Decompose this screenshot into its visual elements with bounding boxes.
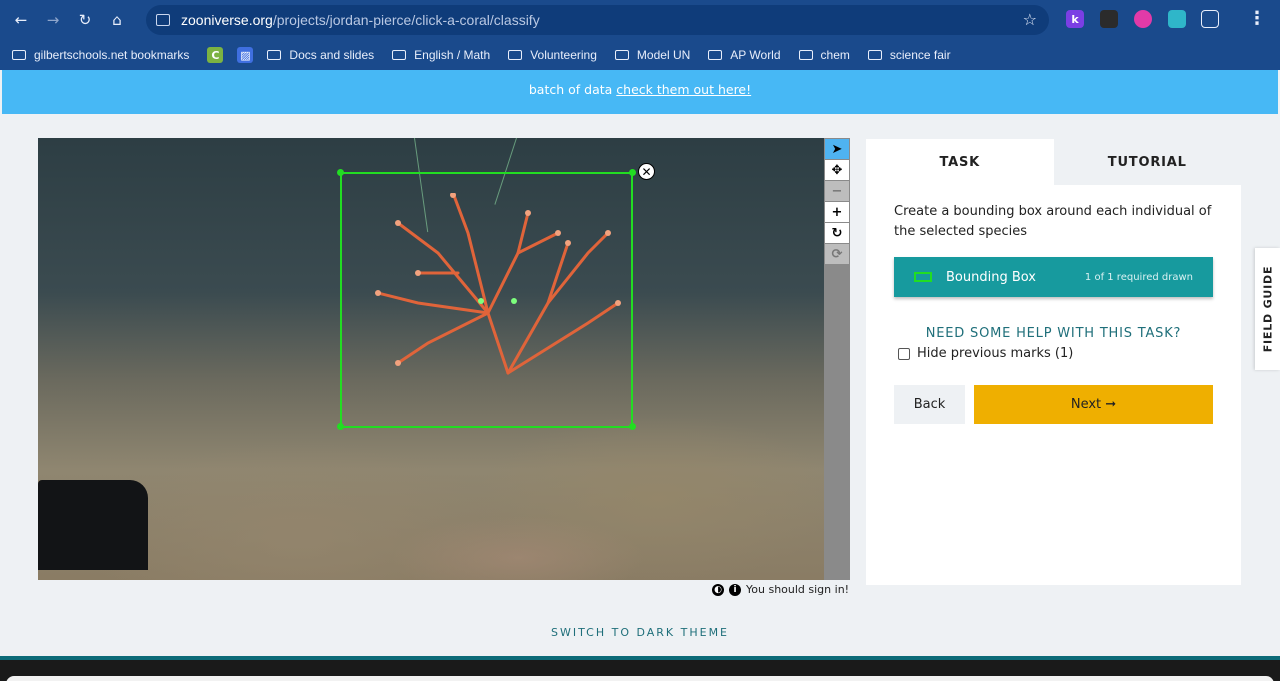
signin-notice: ◐ i You should sign in! (712, 583, 849, 596)
folder-icon (614, 50, 629, 60)
k-extension-icon[interactable]: k (1066, 10, 1084, 28)
folder-icon (12, 50, 26, 60)
folder-icon (267, 50, 282, 60)
browser-toolbar: ← → ↻ ⌂ zooniverse.org/projects/jordan-p… (0, 0, 1280, 40)
folder-icon (867, 50, 882, 60)
url-text[interactable]: zooniverse.org/projects/jordan-pierce/cl… (181, 12, 540, 28)
footer-bar (6, 676, 1274, 681)
switch-dark-theme-link[interactable]: SWITCH TO DARK THEME (0, 626, 1280, 639)
back-button[interactable]: Back (894, 385, 965, 424)
rotate-icon[interactable]: ↻ (825, 223, 849, 243)
bbox-handle-top-left[interactable] (337, 169, 344, 176)
bookmark-volunteering[interactable]: Volunteering (508, 48, 597, 62)
bounding-box-mark[interactable] (340, 172, 633, 428)
blue-bookmark-icon[interactable]: ▨ (237, 47, 254, 63)
zoom-in-icon[interactable]: + (825, 202, 849, 222)
back-arrow-icon[interactable]: ← (10, 9, 32, 31)
home-icon[interactable]: ⌂ (106, 9, 128, 31)
task-instruction: Create a bounding box around each indivi… (894, 204, 1212, 239)
bbox-handle-bottom-right[interactable] (629, 423, 636, 430)
bookmark-star-icon[interactable]: ☆ (1023, 10, 1037, 29)
bookmarks-bar: gilbertschools.net bookmarks C ▨ Docs an… (0, 40, 1280, 70)
move-tool-icon[interactable]: ✥ (825, 160, 849, 180)
reload-icon[interactable]: ↻ (74, 9, 96, 31)
folder-icon (798, 50, 813, 60)
teal-extension-icon[interactable] (1168, 10, 1186, 28)
address-bar[interactable]: zooniverse.org/projects/jordan-pierce/cl… (146, 5, 1049, 35)
announcement-banner: batch of data check them out here! (2, 70, 1278, 114)
bbox-handle-top-right[interactable] (629, 169, 636, 176)
bounding-box-tool-button[interactable]: Bounding Box 1 of 1 required drawn (894, 257, 1213, 297)
c-bookmark-icon[interactable]: C (207, 47, 224, 63)
folder-icon (708, 50, 723, 60)
site-info-icon[interactable] (156, 14, 170, 26)
bookmark-model-un[interactable]: Model UN (614, 48, 690, 62)
bookmark-gilbertschools[interactable]: gilbertschools.net bookmarks (12, 48, 189, 62)
bbox-handle-bottom-left[interactable] (337, 423, 344, 430)
banner-text: batch of data check them out here! (528, 82, 752, 97)
subject-image[interactable]: ✕ (38, 138, 824, 580)
tab-task[interactable]: TASK (866, 139, 1054, 185)
browser-menu-icon[interactable]: ⋮ (1248, 8, 1266, 29)
tool-label: Bounding Box (946, 269, 1037, 285)
bounding-box-swatch-icon (914, 272, 932, 282)
field-guide-tab[interactable]: FIELD GUIDE (1255, 248, 1280, 370)
bookmark-english-math[interactable]: English / Math (392, 48, 490, 62)
pointer-tool-icon[interactable]: ➤ (825, 139, 849, 159)
next-button[interactable]: Next ➞ (974, 385, 1213, 424)
footer (0, 656, 1280, 681)
hide-marks-row[interactable]: Hide previous marks (1) (898, 346, 1073, 361)
dog-extension-icon[interactable] (1100, 10, 1118, 28)
folder-icon (392, 50, 407, 60)
invert-colors-icon[interactable]: ◐ (712, 583, 724, 596)
pink-extension-icon[interactable] (1134, 10, 1152, 28)
bookmark-ap-world[interactable]: AP World (708, 48, 781, 62)
forward-arrow-icon[interactable]: → (42, 9, 64, 31)
image-toolbar: ➤ ✥ − + ↻ ⟳ (824, 138, 850, 580)
extensions-puzzle-icon[interactable] (1201, 10, 1219, 28)
bookmark-science-fair[interactable]: science fair (867, 48, 951, 62)
hide-marks-checkbox[interactable] (898, 347, 910, 360)
banner-link[interactable]: check them out here! (616, 82, 751, 97)
equipment-shadow (38, 480, 148, 570)
hide-marks-label: Hide previous marks (1) (917, 346, 1074, 361)
task-panel: TASK TUTORIAL Create a bounding box arou… (866, 139, 1241, 585)
tool-required-count: 1 of 1 required drawn (1084, 271, 1193, 283)
reset-view-icon[interactable]: ⟳ (825, 244, 849, 264)
folder-icon (508, 50, 523, 60)
tab-tutorial[interactable]: TUTORIAL (1053, 139, 1241, 185)
zoom-out-icon[interactable]: − (825, 181, 849, 201)
task-tabs: TASK TUTORIAL (866, 139, 1241, 185)
bookmark-chem[interactable]: chem (798, 48, 850, 62)
delete-mark-icon[interactable]: ✕ (638, 163, 655, 180)
help-link[interactable]: NEED SOME HELP WITH THIS TASK? (866, 326, 1241, 341)
field-guide-label: FIELD GUIDE (1261, 265, 1274, 353)
bookmark-docs-and-slides[interactable]: Docs and slides (267, 48, 374, 62)
signin-text: You should sign in! (746, 583, 850, 596)
info-icon[interactable]: i (729, 583, 741, 596)
